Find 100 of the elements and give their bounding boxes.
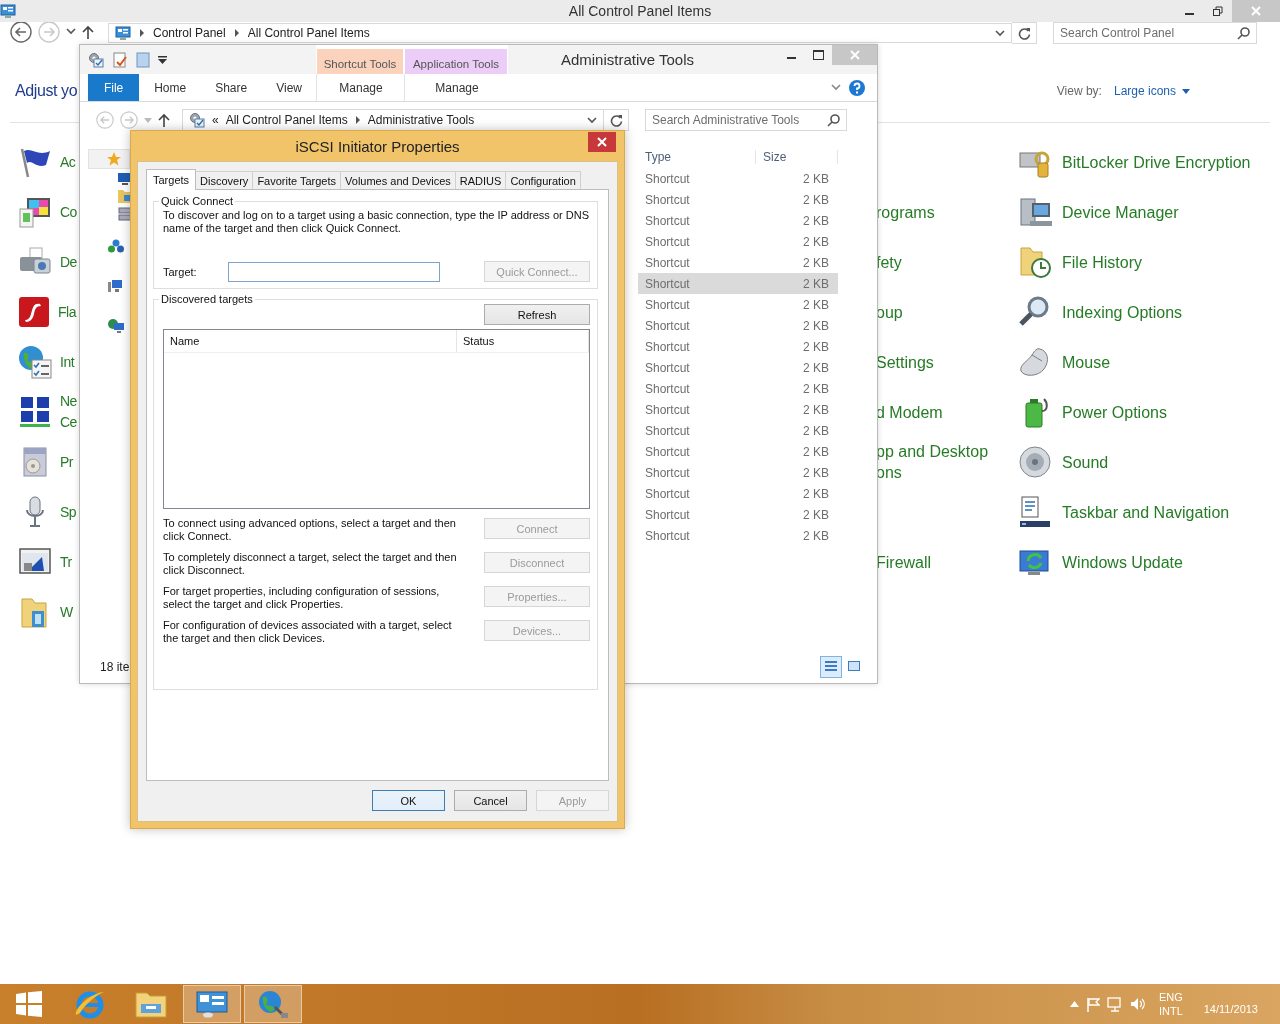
view-by-dropdown[interactable]: Large icons xyxy=(1113,84,1190,98)
file-row[interactable]: Shortcut 2 KB xyxy=(638,441,838,462)
file-row[interactable]: Shortcut 2 KB xyxy=(638,483,838,504)
file-row[interactable]: Shortcut 2 KB xyxy=(638,315,838,336)
back-icon[interactable] xyxy=(10,20,32,43)
maximize-icon[interactable] xyxy=(813,50,824,60)
dropdown-icon[interactable] xyxy=(66,28,76,35)
ribbon-tab[interactable]: Share xyxy=(200,80,262,95)
dialog-tab[interactable]: Targets xyxy=(146,169,197,190)
ribbon-tab[interactable]: View xyxy=(261,80,316,95)
control-panel-item-link[interactable]: Settings xyxy=(876,351,934,373)
control-panel-item-link[interactable]: Int xyxy=(60,351,75,373)
chevron-icon xyxy=(233,29,240,37)
file-row[interactable]: Shortcut 2 KB xyxy=(638,399,838,420)
control-panel-item-link[interactable]: Device Manager xyxy=(1062,201,1179,223)
file-row[interactable]: Shortcut 2 KB xyxy=(638,462,838,483)
file-row[interactable]: Shortcut 2 KB xyxy=(638,273,838,294)
file-row[interactable]: Shortcut 2 KB xyxy=(638,420,838,441)
search-field[interactable]: Search Control Panel xyxy=(1053,22,1257,44)
control-panel-item-link[interactable]: Power Options xyxy=(1062,401,1167,423)
file-row[interactable]: Shortcut 2 KB xyxy=(638,189,838,210)
up-arrow-icon[interactable] xyxy=(82,24,94,39)
ribbon-tab[interactable]: Manage xyxy=(420,80,493,95)
control-panel-item-link[interactable]: Pr xyxy=(60,451,73,473)
ribbon-tab[interactable]: Manage xyxy=(324,80,397,95)
search-field[interactable]: Search Administrative Tools xyxy=(645,109,847,131)
control-panel-item-link[interactable]: Ac xyxy=(60,151,76,173)
restore-icon[interactable] xyxy=(1213,6,1223,16)
file-row[interactable]: Shortcut 2 KB xyxy=(638,210,838,231)
help-icon[interactable] xyxy=(849,79,865,96)
navigation-item[interactable] xyxy=(88,149,130,169)
refresh-icon[interactable] xyxy=(609,113,623,127)
control-panel-item-link[interactable]: File History xyxy=(1062,251,1142,273)
column-header[interactable]: Name xyxy=(164,330,457,352)
control-panel-item-link[interactable]: W xyxy=(60,601,73,623)
size-cell-text: 2 KB xyxy=(802,507,830,522)
customize-icon[interactable] xyxy=(158,55,167,64)
folder-clock-icon xyxy=(1018,245,1052,279)
file-row[interactable]: Shortcut 2 KB xyxy=(638,504,838,525)
dialog-tab[interactable]: Configuration xyxy=(505,171,581,189)
windows-logo-icon[interactable] xyxy=(16,991,42,1017)
column-header[interactable]: Type xyxy=(638,150,756,164)
control-panel-item-link[interactable]: BitLocker Drive Encryption xyxy=(1062,151,1251,173)
up-arrow-icon[interactable] xyxy=(158,113,170,127)
breadcrumb-link[interactable]: All Control Panel Items xyxy=(247,26,370,40)
breadcrumb-link[interactable]: Administrative Tools xyxy=(367,113,475,127)
show-hidden-icons-icon[interactable] xyxy=(1069,1001,1079,1007)
dropdown-icon[interactable] xyxy=(995,30,1005,37)
control-panel-item-link[interactable]: Co xyxy=(60,201,77,223)
ribbon-tab[interactable]: Home xyxy=(139,80,201,95)
expand-ribbon-icon[interactable] xyxy=(831,84,841,91)
file-row[interactable]: Shortcut 2 KB xyxy=(638,357,838,378)
network-icon[interactable] xyxy=(1106,996,1123,1012)
control-panel-item-link[interactable]: Mouse xyxy=(1062,351,1111,373)
file-explorer-icon[interactable] xyxy=(135,990,167,1018)
file-row[interactable]: Shortcut 2 KB xyxy=(638,336,838,357)
file-row[interactable]: Shortcut 2 KB xyxy=(638,525,838,546)
properties-icon[interactable] xyxy=(112,51,128,68)
breadcrumb-link[interactable]: Control Panel xyxy=(153,26,226,40)
column-header[interactable]: Size xyxy=(756,150,838,164)
control-panel-item-link[interactable]: Indexing Options xyxy=(1062,301,1183,323)
close-button[interactable] xyxy=(588,132,616,152)
dialog-tab[interactable]: Discovery xyxy=(195,171,254,189)
target-input[interactable] xyxy=(227,261,440,282)
dialog-tab[interactable]: Favorite Targets xyxy=(252,171,342,189)
control-panel-item-link[interactable]: De xyxy=(60,251,77,273)
refresh-icon[interactable] xyxy=(1017,26,1031,40)
targets-list[interactable]: Name Status xyxy=(163,329,590,509)
control-panel-item-link[interactable]: Sound xyxy=(1062,451,1109,473)
breadcrumb-link[interactable]: All Control Panel Items xyxy=(225,113,348,127)
details-view-button[interactable] xyxy=(820,655,842,678)
file-row[interactable]: Shortcut 2 KB xyxy=(638,294,838,315)
control-panel-item-link[interactable]: Ne Ce xyxy=(60,391,77,433)
globe-cable-icon[interactable] xyxy=(257,989,289,1019)
file-row[interactable]: Shortcut 2 KB xyxy=(638,231,838,252)
push-button[interactable]: Refresh xyxy=(484,304,590,325)
control-panel-item-link[interactable]: Tr xyxy=(60,551,72,573)
flag-icon[interactable] xyxy=(1085,996,1100,1012)
address-bar[interactable]: Control Panel All Control Panel Items xyxy=(108,23,1012,43)
control-panel-item-link[interactable]: Windows Update xyxy=(1062,551,1183,573)
control-panel-item-link[interactable]: Sp xyxy=(60,501,77,523)
browser-icon[interactable] xyxy=(74,989,106,1019)
control-panel-icon[interactable] xyxy=(196,990,228,1018)
control-panel-item-link[interactable]: Taskbar and Navigation xyxy=(1062,501,1230,523)
file-row[interactable]: Shortcut 2 KB xyxy=(638,168,838,189)
column-header[interactable]: Status xyxy=(457,330,589,352)
new-folder-icon[interactable] xyxy=(136,51,150,68)
control-panel-item-link[interactable]: Fla xyxy=(58,301,76,323)
file-menu-button[interactable]: File xyxy=(88,74,140,101)
overflow-chevron[interactable]: « xyxy=(212,113,219,127)
file-row[interactable]: Shortcut 2 KB xyxy=(638,378,838,399)
speaker-icon[interactable] xyxy=(1129,997,1146,1011)
control-panel-item-link[interactable]: rograms xyxy=(876,201,935,223)
push-button[interactable]: OK xyxy=(372,790,445,811)
size-cell-text: 2 KB xyxy=(802,528,830,543)
taskbar-button[interactable] xyxy=(183,985,241,1023)
dropdown-icon[interactable] xyxy=(587,117,597,124)
file-row[interactable]: Shortcut 2 KB xyxy=(638,252,838,273)
taskbar-button[interactable] xyxy=(244,985,302,1023)
push-button[interactable]: Cancel xyxy=(454,790,527,811)
